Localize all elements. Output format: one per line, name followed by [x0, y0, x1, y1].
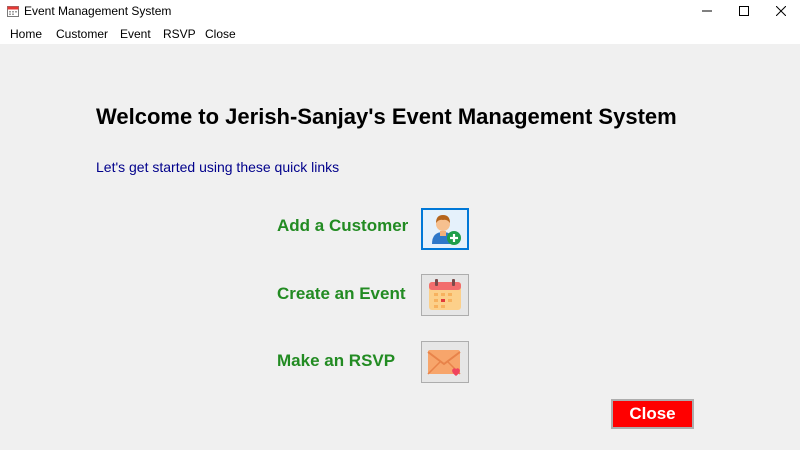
menu-bar: Home Customer Event RSVP Close [0, 22, 800, 44]
minimize-button[interactable] [690, 0, 724, 22]
add-customer-label[interactable]: Add a Customer [277, 216, 408, 236]
menu-customer[interactable]: Customer [56, 27, 108, 41]
app-calendar-icon [7, 6, 19, 17]
make-rsvp-button[interactable] [421, 341, 469, 383]
maximize-icon [739, 6, 749, 16]
quick-links-subtitle: Let's get started using these quick link… [96, 159, 340, 175]
create-event-button[interactable] [421, 274, 469, 316]
title-bar: Event Management System [0, 0, 800, 22]
menu-home[interactable]: Home [10, 27, 42, 41]
calendar-icon [429, 279, 461, 310]
menu-rsvp[interactable]: RSVP [163, 27, 196, 41]
minimize-icon [702, 10, 712, 12]
window-close-button[interactable] [764, 0, 798, 22]
menu-event[interactable]: Event [120, 27, 151, 41]
add-customer-button[interactable] [421, 208, 469, 250]
add-user-icon [432, 215, 461, 245]
create-event-label[interactable]: Create an Event [277, 284, 406, 304]
envelope-icon [427, 350, 461, 376]
close-icon [776, 6, 786, 16]
welcome-heading: Welcome to Jerish-Sanjay's Event Managem… [96, 104, 677, 129]
close-button[interactable]: Close [611, 399, 694, 429]
make-rsvp-label[interactable]: Make an RSVP [277, 351, 395, 371]
menu-close[interactable]: Close [205, 27, 236, 41]
maximize-button[interactable] [727, 0, 761, 22]
window-title: Event Management System [24, 4, 172, 18]
